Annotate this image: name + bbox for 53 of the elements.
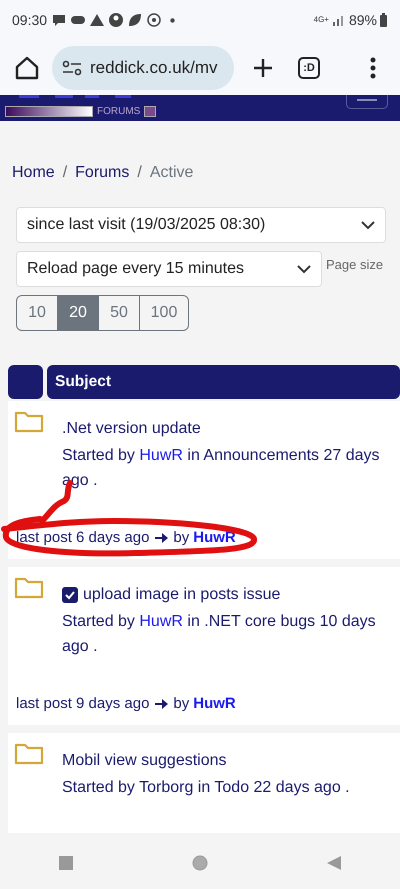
more-menu-icon[interactable] xyxy=(370,56,376,78)
topic-title-link[interactable]: Mobil view suggestions xyxy=(62,749,227,773)
author-link[interactable]: HuwR xyxy=(193,526,236,549)
logo-square xyxy=(144,106,156,117)
breadcrumb-separator: / xyxy=(62,163,68,183)
breadcrumb-link[interactable]: Forums xyxy=(75,161,130,185)
reload-dropdown[interactable]: Reload page every 15 minutes xyxy=(16,251,322,287)
person-icon xyxy=(108,12,124,28)
page-size-label: Page size xyxy=(326,256,384,274)
leaf-icon xyxy=(127,12,144,28)
chevron-down-icon xyxy=(361,220,375,230)
page-size-button[interactable]: 100 xyxy=(139,295,189,331)
plus-icon[interactable] xyxy=(252,56,274,78)
column-header xyxy=(8,365,43,399)
folder-icon xyxy=(14,577,44,599)
home-circle-icon[interactable] xyxy=(192,855,208,871)
signal-icon xyxy=(332,13,346,27)
logo-text: FORUMS xyxy=(97,106,140,116)
page-size-button[interactable]: 50 xyxy=(98,295,140,331)
topic-started-text: Started by Torborg in Todo 22 days ago . xyxy=(62,778,350,798)
by-text: by xyxy=(173,528,190,548)
page-size-button[interactable]: 20 xyxy=(57,295,99,331)
url-text: reddick.co.uk/mv xyxy=(90,56,218,79)
by-text: by xyxy=(173,694,190,714)
last-post-text: last post 6 days ago xyxy=(16,528,150,548)
recent-apps-icon[interactable] xyxy=(59,856,74,870)
tab-count-button[interactable]: :D xyxy=(298,56,320,78)
arrow-right-icon xyxy=(154,696,168,711)
folder-icon xyxy=(14,411,44,433)
since-dropdown[interactable]: since last visit (19/03/2025 08:30) xyxy=(16,207,386,243)
dot-icon xyxy=(170,18,176,22)
clock-time: 09:30 xyxy=(12,10,48,30)
site-settings-icon xyxy=(62,60,82,76)
warning-icon xyxy=(89,12,106,28)
network-type: 4G+ xyxy=(314,14,329,26)
breadcrumb-separator: / xyxy=(137,163,142,183)
battery-percent: 89% xyxy=(348,10,377,30)
topic-title-link[interactable]: upload image in posts issue xyxy=(83,583,280,607)
folder-icon xyxy=(14,743,44,765)
column-header: Subject xyxy=(47,365,400,399)
breadcrumb-current: Active xyxy=(150,163,194,183)
back-icon[interactable] xyxy=(326,856,341,870)
last-post-text: last post 9 days ago xyxy=(16,694,150,714)
topic-started-text: Started by HuwR in .NET core bugs 10 days ago . xyxy=(62,612,377,657)
home-icon[interactable] xyxy=(14,54,40,80)
battery-icon xyxy=(379,13,388,27)
topic-title-link[interactable]: .Net version update xyxy=(62,417,201,441)
breadcrumb-link[interactable]: Home xyxy=(12,161,55,185)
author-link[interactable]: HuwR xyxy=(193,692,236,715)
arrow-right-icon xyxy=(154,530,168,545)
chat-bubble-icon xyxy=(51,12,68,28)
chevron-down-icon xyxy=(297,264,311,274)
address-bar[interactable]: reddick.co.uk/mv xyxy=(52,46,234,90)
